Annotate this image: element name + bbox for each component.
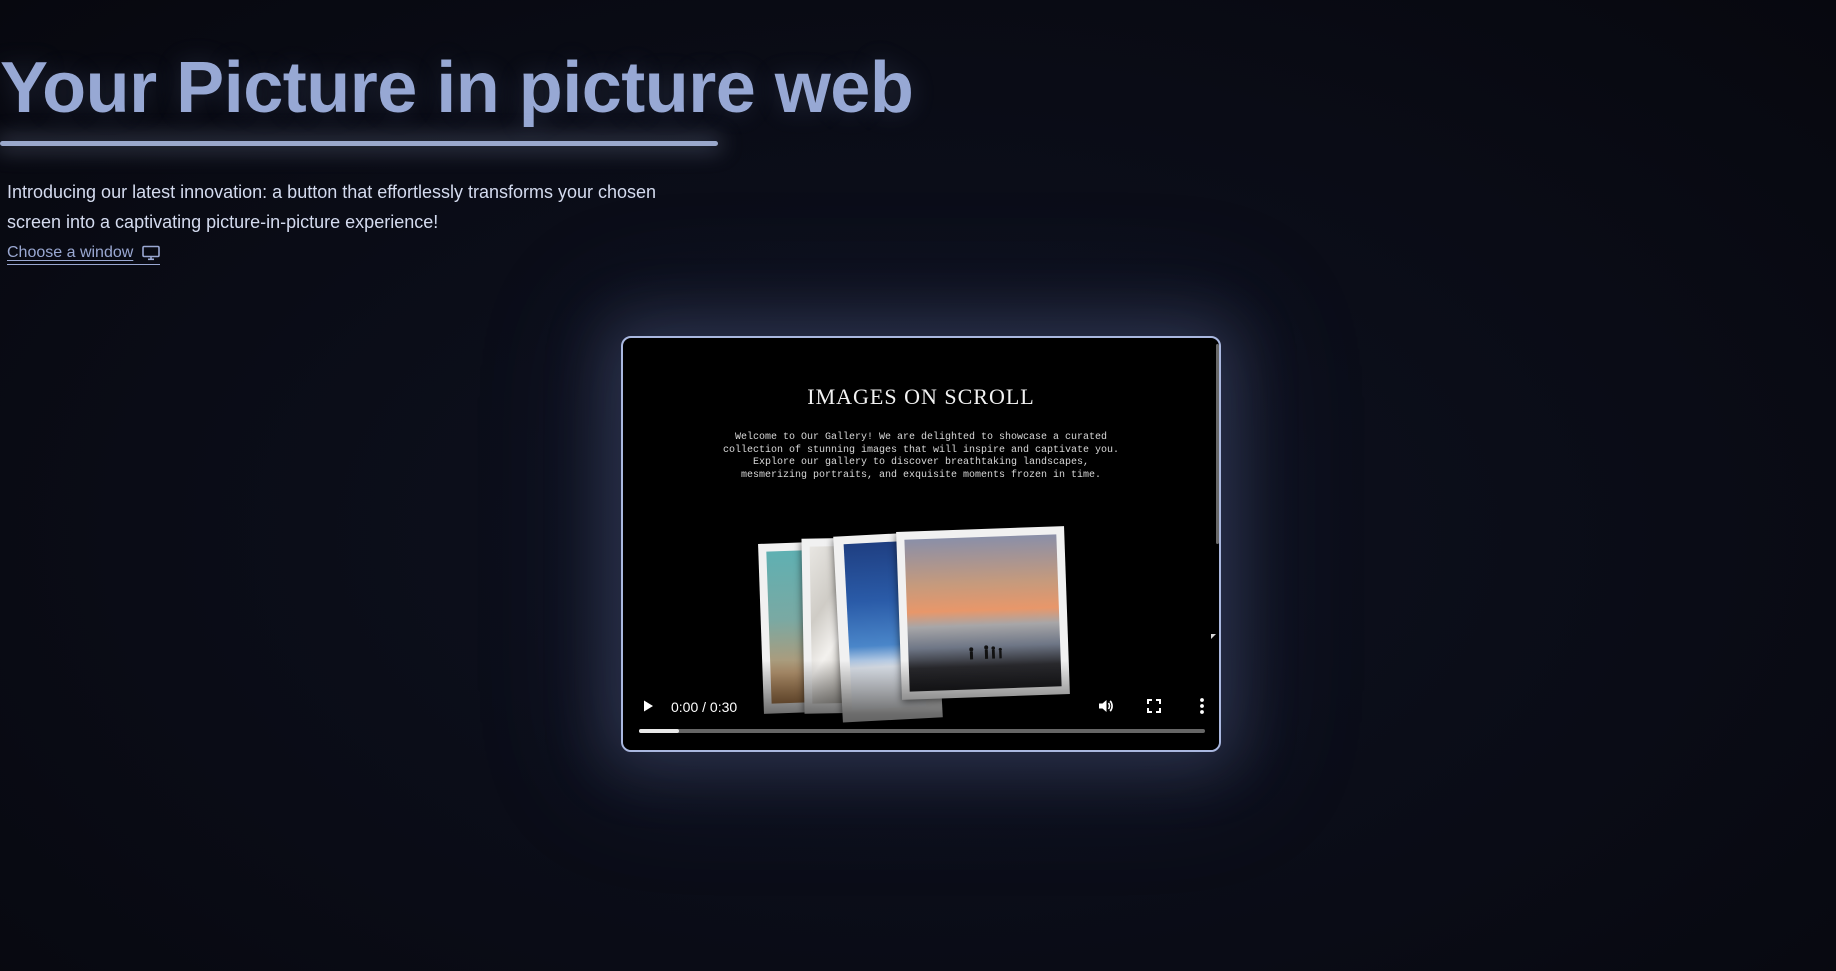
choose-window-link[interactable]: Choose a window [7,244,161,265]
time-display: 0:00 / 0:30 [671,699,738,715]
people-silhouettes [969,645,1002,660]
volume-button[interactable] [1092,692,1120,720]
more-vertical-icon [1200,698,1204,714]
page-title: Your Picture in picture web [0,48,914,128]
intro-text: Introducing our latest innovation: a but… [7,182,657,232]
choose-window-label: Choose a window [7,244,134,261]
video-player[interactable]: IMAGES ON SCROLL Welcome to Our Gallery!… [621,336,1221,752]
title-underline [0,141,718,146]
more-options-button[interactable] [1188,692,1216,720]
fullscreen-button[interactable] [1140,692,1168,720]
progress-bar[interactable] [639,729,1205,733]
video-controls: 0:00 / 0:30 [623,680,1219,750]
volume-icon [1099,700,1113,712]
play-icon [644,700,653,712]
mouse-cursor [1211,634,1216,639]
fullscreen-icon [1147,699,1161,713]
progress-buffered [639,729,679,733]
play-button[interactable] [634,692,662,720]
monitor-icon [142,245,161,261]
